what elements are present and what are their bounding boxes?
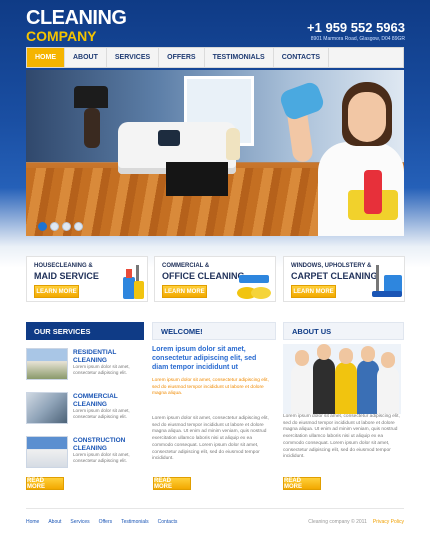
nav-item-services[interactable]: Services xyxy=(107,48,160,67)
woman-body xyxy=(318,142,404,236)
office-thumbnail xyxy=(26,392,68,424)
services-heading: Our Services xyxy=(26,322,144,340)
main-nav: Home About Services Offers Testimonials … xyxy=(26,47,404,68)
gloves-brush-icon xyxy=(237,275,271,299)
promo-title: Office Cleaning xyxy=(162,271,245,281)
promo-subtitle: Windows, Upholstery & xyxy=(291,263,372,269)
service-item[interactable]: Commercial Cleaning Lorem ipsum dolor si… xyxy=(26,392,144,428)
about-text: Lorem ipsum dolor sit amet, consectetur … xyxy=(283,414,400,460)
team-member xyxy=(377,352,399,414)
hero-slider[interactable] xyxy=(26,70,404,236)
team-member xyxy=(291,350,313,414)
slider-dot-1[interactable] xyxy=(38,222,47,231)
table-image xyxy=(166,162,228,196)
footer-link-services[interactable]: Services xyxy=(70,519,89,525)
team-member xyxy=(335,348,357,414)
spray-bottle-icon xyxy=(364,170,382,214)
learn-more-button[interactable]: Learn More xyxy=(162,285,207,298)
building-thumbnail xyxy=(26,436,68,468)
promo-title: Maid Service xyxy=(34,271,99,281)
services-read-more-button[interactable]: Read More xyxy=(26,477,64,490)
promo-subtitle: Commercial & xyxy=(162,263,210,269)
nav-item-offers[interactable]: Offers xyxy=(159,48,205,67)
footer-link-offers[interactable]: Offers xyxy=(99,519,113,525)
footer-link-testimonials[interactable]: Testimonials xyxy=(121,519,149,525)
address: 8901 Marmora Road, Glasgow, D04 89GR xyxy=(310,36,405,42)
slider-dot-2[interactable] xyxy=(50,222,59,231)
team-member xyxy=(313,344,335,414)
logo-line2: COMPANY xyxy=(26,28,97,44)
slider-dots xyxy=(38,222,83,231)
woman-face xyxy=(348,92,386,142)
service-item[interactable]: Residential Cleaning Lorem ipsum dolor s… xyxy=(26,348,144,384)
service-item[interactable]: Construction Cleaning Lorem ipsum dolor … xyxy=(26,436,144,472)
welcome-read-more-button[interactable]: Read More xyxy=(153,477,191,490)
team-photo xyxy=(283,344,401,414)
lamp-image xyxy=(74,86,108,108)
about-heading: About Us xyxy=(283,322,404,340)
nav-item-about[interactable]: About xyxy=(65,48,107,67)
promo-maid-service: Housecleaning & Maid Service Learn More xyxy=(26,256,148,302)
nav-item-contacts[interactable]: Contacts xyxy=(274,48,330,67)
phone-number: +1 959 552 5963 xyxy=(307,20,405,35)
welcome-text: Lorem ipsum dolor sit amet, consectetur … xyxy=(152,416,269,462)
welcome-title: Lorem ipsum dolor sit amet, consectetur … xyxy=(152,346,257,371)
cleaning-supplies-icon xyxy=(123,265,144,299)
team-member xyxy=(357,346,379,414)
pillow-image xyxy=(158,130,180,146)
logo-line1: CLEANING xyxy=(26,7,127,29)
service-title[interactable]: Residential Cleaning xyxy=(73,349,143,365)
nav-item-home[interactable]: Home xyxy=(27,48,65,67)
promo-subtitle: Housecleaning & xyxy=(34,263,93,269)
service-desc: Lorem ipsum dolor sit amet, consectetur … xyxy=(73,452,130,464)
service-desc: Lorem ipsum dolor sit amet, consectetur … xyxy=(73,408,130,420)
about-read-more-button[interactable]: Read More xyxy=(283,477,321,490)
promo-office-cleaning: Commercial & Office Cleaning Learn More xyxy=(154,256,276,302)
welcome-highlight: Lorem ipsum dolor sit amet, consectetur … xyxy=(152,378,269,397)
lamp-base-image xyxy=(84,108,100,148)
learn-more-button[interactable]: Learn More xyxy=(34,285,79,298)
mop-bucket-icon xyxy=(372,265,402,297)
promo-title: Carpet Cleaning xyxy=(291,271,378,281)
service-title[interactable]: Commercial Cleaning xyxy=(73,393,143,409)
house-thumbnail xyxy=(26,348,68,380)
footer-link-contacts[interactable]: Contacts xyxy=(158,519,178,525)
slider-dot-4[interactable] xyxy=(74,222,83,231)
learn-more-button[interactable]: Learn More xyxy=(291,285,336,298)
footer: Home About Services Offers Testimonials … xyxy=(26,516,404,528)
vase-image xyxy=(226,128,240,160)
service-desc: Lorem ipsum dolor sit amet, consectetur … xyxy=(73,364,130,376)
copyright-text: Cleaning company © 2011 xyxy=(308,519,367,525)
footer-links: Home About Services Offers Testimonials … xyxy=(26,519,177,525)
logo[interactable]: CLEANING COMPANY xyxy=(26,7,127,44)
welcome-heading: Welcome! xyxy=(152,322,276,340)
cleaning-woman-image xyxy=(278,70,404,236)
privacy-policy-link[interactable]: Privacy Policy xyxy=(373,519,404,525)
slider-dot-3[interactable] xyxy=(62,222,71,231)
service-title[interactable]: Construction Cleaning xyxy=(73,437,143,453)
footer-link-about[interactable]: About xyxy=(48,519,61,525)
footer-link-home[interactable]: Home xyxy=(26,519,39,525)
promo-carpet-cleaning: Windows, Upholstery & Carpet Cleaning Le… xyxy=(283,256,405,302)
nav-item-testimonials[interactable]: Testimonials xyxy=(205,48,274,67)
footer-divider xyxy=(26,508,404,509)
copyright: Cleaning company © 2011 Privacy Policy xyxy=(308,519,404,525)
